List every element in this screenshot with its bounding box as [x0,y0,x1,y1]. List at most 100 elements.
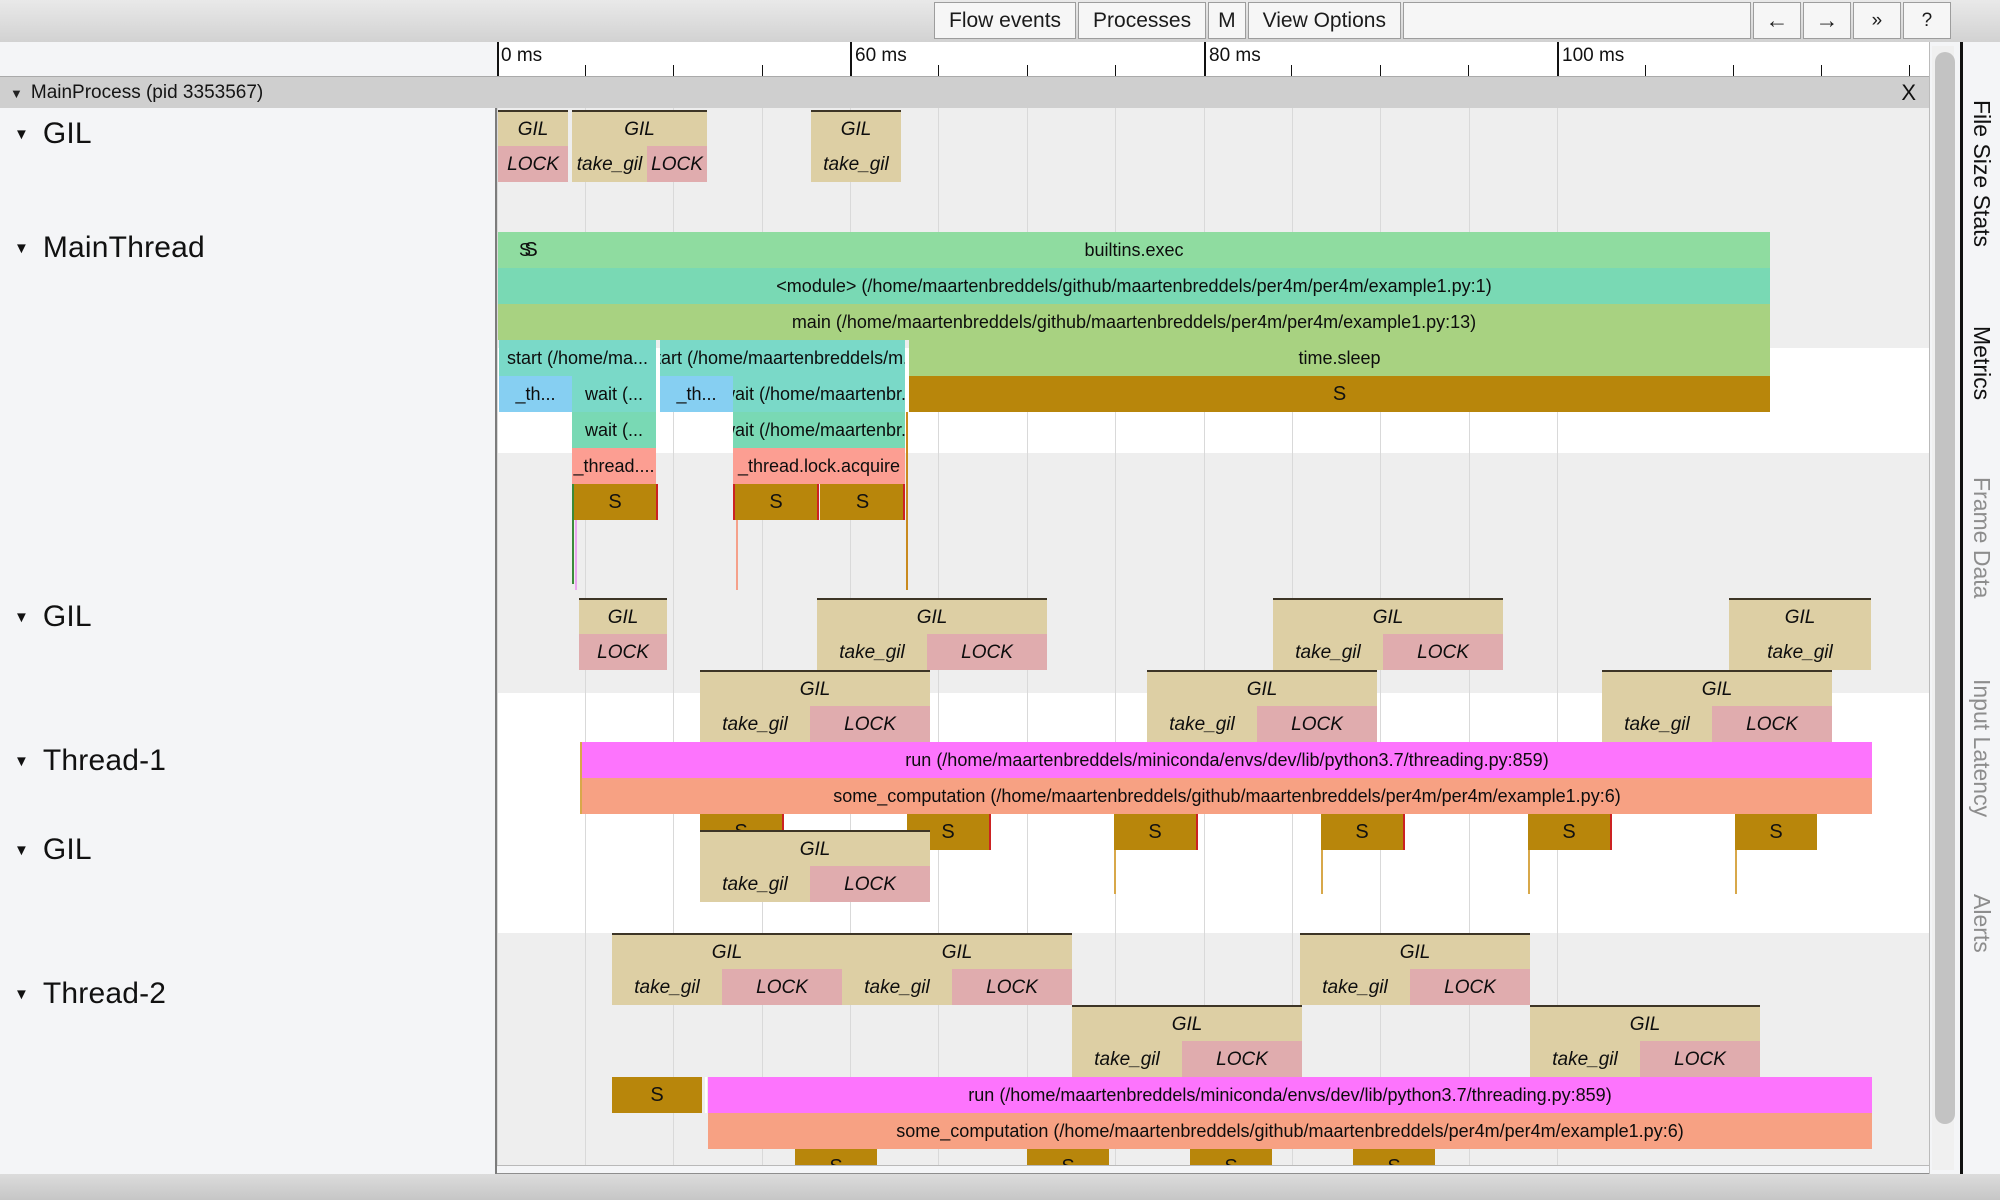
slice-gil[interactable]: GIL [842,933,1072,969]
slice-some-computation[interactable]: some_computation (/home/maartenbreddels/… [708,1113,1872,1149]
slice-s[interactable]: S [1528,814,1610,850]
tab-frame-data[interactable]: Frame Data [1963,438,2000,638]
slice-take-gil[interactable]: take_gil [1530,1041,1640,1077]
slice-s[interactable]: S [909,376,1770,412]
slice-lock[interactable]: LOCK [1410,969,1530,1005]
slice-gil[interactable]: GIL [700,830,930,866]
slice-gil[interactable]: GIL [1147,670,1377,706]
slice-take-gil[interactable]: take_gil [700,706,810,742]
slice-gil[interactable]: GIL [1729,598,1871,634]
slice-start-1[interactable]: start (/home/ma... [499,340,656,376]
slice-gil[interactable]: GIL [1300,933,1530,969]
slice-lock[interactable]: LOCK [579,634,667,670]
slice-thread-1[interactable]: _th... [499,376,572,412]
view-options-button[interactable]: View Options [1247,2,1401,39]
slice-s[interactable]: S [735,484,817,520]
slice-take-gil[interactable]: take_gil [572,146,647,182]
slice-take-gil[interactable]: take_gil [1300,969,1410,1005]
slice-run[interactable]: run (/home/maartenbreddels/miniconda/env… [708,1077,1872,1113]
slice-gil[interactable]: GIL [811,110,901,146]
slice-lock[interactable]: LOCK [1383,634,1503,670]
slice-take-gil[interactable]: take_gil [1072,1041,1182,1077]
tab-file-size-stats[interactable]: File Size Stats [1963,58,2000,288]
slice-time-sleep[interactable]: time.sleep [909,340,1770,376]
slice-gil[interactable]: GIL [498,110,568,146]
track-group-gil-main[interactable]: ▼ GIL [0,112,92,156]
slice-gil[interactable]: GIL [572,110,707,146]
slice-lock[interactable]: LOCK [647,146,707,182]
slice-gil[interactable]: GIL [1602,670,1832,706]
slice-take-gil[interactable]: take_gil [1147,706,1257,742]
slice-lock[interactable]: LOCK [952,969,1072,1005]
slice-gil[interactable]: GIL [612,933,842,969]
slice-start-2[interactable]: start (/home/maartenbreddels/m... [660,340,905,376]
track-names-column[interactable]: ▼ GIL ▼ MainThread ▼ GIL ▼ Thread-1 ▼ GI… [0,108,497,1174]
slice-gil[interactable]: GIL [1072,1005,1302,1041]
slice-lock[interactable]: LOCK [1712,706,1832,742]
slice-run[interactable]: run (/home/maartenbreddels/miniconda/env… [582,742,1872,778]
m-button[interactable]: M [1208,2,1246,39]
slice-thread-2[interactable]: _th... [660,376,733,412]
slice-module[interactable]: <module> (/home/maartenbreddels/github/m… [498,268,1770,304]
chevron-down-icon[interactable]: ▼ [10,87,23,100]
slice-s[interactable]: S [612,1077,702,1113]
slice-wait-3[interactable]: wait (/home/maartenbr... [733,376,905,412]
nav-forward-button[interactable]: → [1802,2,1851,39]
chevron-down-icon[interactable]: ▼ [14,241,29,256]
tab-metrics[interactable]: Metrics [1963,288,2000,438]
slice-s[interactable]: S [820,484,905,520]
chevron-down-icon[interactable]: ▼ [14,843,29,858]
slice-take-gil[interactable]: take_gil [817,634,927,670]
slice-lock[interactable]: LOCK [1182,1041,1302,1077]
slice-s[interactable]: S [1321,814,1403,850]
slice-thread-lock[interactable]: _thread.... [572,448,656,484]
chevron-down-icon[interactable]: ▼ [14,610,29,625]
slice-wait-4[interactable]: wait (/home/maartenbr... [733,412,905,448]
chevron-down-icon[interactable]: ▼ [14,754,29,769]
slice-take-gil[interactable]: take_gil [1602,706,1712,742]
slice-s[interactable]: S [574,484,656,520]
slice-take-gil[interactable]: take_gil [1273,634,1383,670]
vertical-scrollbar-thumb[interactable] [1935,52,1955,1124]
slice-wait-2[interactable]: wait (... [572,412,656,448]
slice-lock[interactable]: LOCK [498,146,568,182]
close-icon[interactable]: X [1901,80,1916,106]
slice-thread-lock-acquire[interactable]: _thread.lock.acquire [733,448,905,484]
track-group-thread2[interactable]: ▼ Thread-2 [0,972,166,1016]
slice-main[interactable]: main (/home/maartenbreddels/github/maart… [498,304,1770,340]
timeline-ruler[interactable]: 0 ms 60 ms 80 ms 100 ms [0,42,2000,78]
sidebar-tab-list[interactable]: File Size Stats Metrics Frame Data Input… [1963,42,2000,1174]
help-button[interactable]: ? [1902,2,1951,39]
nav-more-button[interactable]: » [1852,2,1901,39]
slice-lock[interactable]: LOCK [927,634,1047,670]
chevron-down-icon[interactable]: ▼ [14,987,29,1002]
tracks-area[interactable]: GIL LOCK GIL take_gil LOCK GIL take_gil … [497,108,1930,1174]
slice-gil[interactable]: GIL [817,598,1047,634]
slice-take-gil[interactable]: take_gil [811,146,901,182]
process-header-row[interactable]: ▼ MainProcess (pid 3353567) X [0,76,1930,110]
search-input[interactable] [1402,2,1751,39]
flow-events-button[interactable]: Flow events [934,2,1077,39]
slice-lock[interactable]: LOCK [722,969,842,1005]
slice-lock[interactable]: LOCK [1257,706,1377,742]
timeline-canvas[interactable]: GIL LOCK GIL take_gil LOCK GIL take_gil … [0,108,1930,1174]
slice-s[interactable]: S [1735,814,1817,850]
track-group-gil-thread1[interactable]: ▼ GIL [0,595,92,639]
tab-alerts[interactable]: Alerts [1963,858,2000,988]
right-sidebar[interactable]: File Size Stats Metrics Frame Data Input… [1929,42,2000,1174]
nav-back-button[interactable]: ← [1752,2,1801,39]
slice-s[interactable]: S [1114,814,1196,850]
slice-builtins-exec[interactable]: builtins.exec [498,232,1770,268]
track-group-thread1[interactable]: ▼ Thread-1 [0,739,166,783]
slice-take-gil[interactable]: take_gil [700,866,810,902]
track-group-mainthread[interactable]: ▼ MainThread [0,226,205,270]
track-group-gil-thread2[interactable]: ▼ GIL [0,828,92,872]
slice-lock[interactable]: LOCK [810,706,930,742]
slice-take-gil[interactable]: take_gil [842,969,952,1005]
slice-gil[interactable]: GIL [1530,1005,1760,1041]
slice-gil[interactable]: GIL [1273,598,1503,634]
slice-take-gil[interactable]: take_gil [1729,634,1871,670]
slice-take-gil[interactable]: take_gil [612,969,722,1005]
slice-lock[interactable]: LOCK [1640,1041,1760,1077]
slice-gil[interactable]: GIL [700,670,930,706]
